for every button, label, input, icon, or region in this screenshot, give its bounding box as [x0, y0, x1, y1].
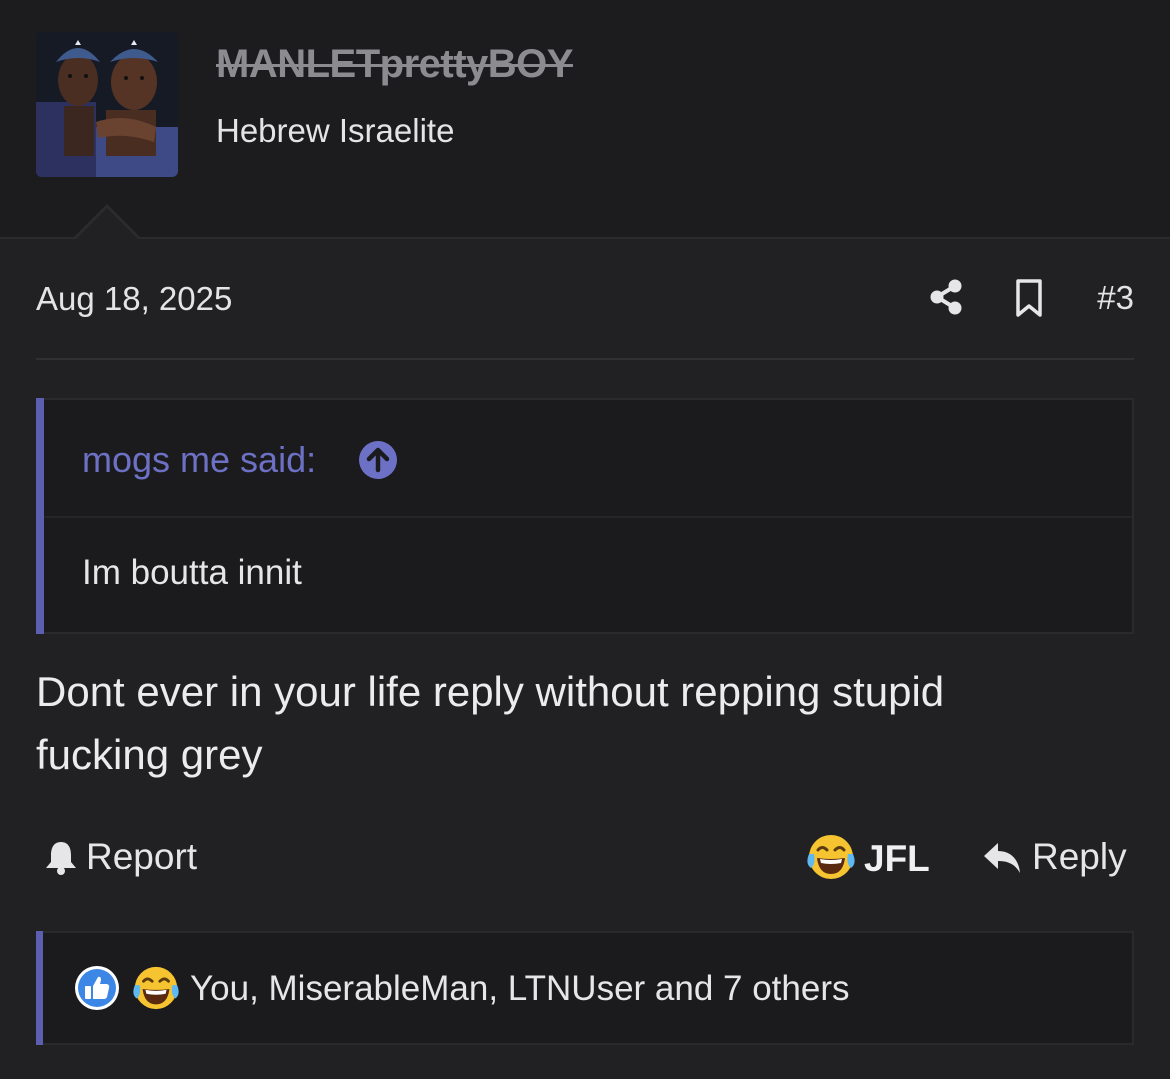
forum-post: MANLETprettyBOY Hebrew Israelite Aug 18,…	[0, 0, 1170, 1079]
quote-author[interactable]: mogs me said:	[82, 439, 316, 481]
quote-text: Im boutta innit	[82, 553, 302, 592]
username[interactable]: MANLETprettyBOY	[216, 42, 573, 87]
react-label: JFL	[864, 838, 930, 879]
share-icon[interactable]	[928, 278, 964, 316]
reaction-summary[interactable]: You, MiserableMan, LTNUser and 7 others	[190, 969, 850, 1009]
reactions-bar: You, MiserableMan, LTNUser and 7 others	[36, 931, 1134, 1045]
reply-label: Reply	[1032, 836, 1127, 877]
header-pointer-fill	[76, 208, 138, 239]
avatar-photo-icon	[36, 32, 178, 177]
laugh-cry-icon[interactable]	[132, 964, 180, 1012]
reply-icon	[984, 843, 1020, 873]
post-body-line: Dont ever in your life reply without rep…	[36, 668, 945, 715]
divider	[36, 358, 1134, 360]
post-body: Dont ever in your life reply without rep…	[36, 660, 1136, 786]
post-body-line: fucking grey	[36, 731, 263, 778]
like-icon[interactable]	[74, 965, 120, 1011]
user-header: MANLETprettyBOY Hebrew Israelite	[0, 0, 1170, 239]
user-title: Hebrew Israelite	[216, 112, 455, 149]
arrow-up-circle-icon[interactable]	[358, 440, 398, 480]
laugh-cry-icon	[807, 835, 855, 879]
bookmark-icon[interactable]	[1014, 278, 1044, 318]
quote-header: mogs me said:	[44, 400, 1132, 518]
post-date[interactable]: Aug 18, 2025	[36, 280, 232, 318]
quote-block: mogs me said: Im boutta innit	[36, 398, 1134, 634]
avatar[interactable]	[36, 32, 178, 177]
report-label: Report	[86, 836, 198, 877]
bell-icon	[46, 842, 76, 875]
post-number[interactable]: #3	[1097, 279, 1134, 317]
